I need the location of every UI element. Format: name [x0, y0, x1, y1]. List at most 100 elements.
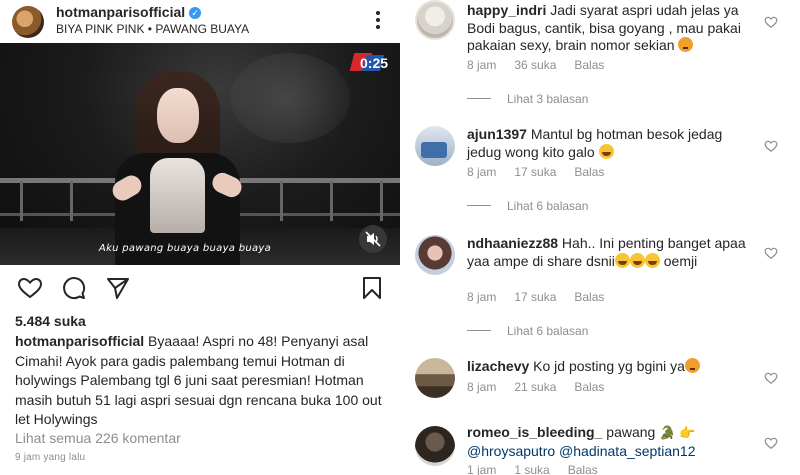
reply-button[interactable]: Balas	[574, 290, 604, 304]
comment-like-button[interactable]	[764, 371, 778, 385]
mention-link[interactable]: @hadinata_septian12	[559, 443, 695, 459]
performer-top	[150, 158, 205, 233]
commenter-avatar[interactable]	[415, 235, 455, 275]
reply-button[interactable]: Balas	[574, 58, 604, 72]
railing-post	[280, 181, 283, 221]
post-panel: hotmanparisofficial ✓ BIYA PINK PINK • PA…	[0, 0, 400, 475]
account-name[interactable]: hotmanparisofficial ✓	[56, 4, 202, 20]
comment-likes[interactable]: 1 suka	[514, 463, 549, 475]
more-options-icon[interactable]	[368, 8, 388, 32]
muted-speaker-icon	[365, 231, 381, 247]
comment-meta: 8 jam 17 suka Balas	[467, 290, 622, 304]
view-replies-text[interactable]: Lihat 6 balasan	[507, 199, 588, 213]
comment-likes[interactable]: 17 suka	[514, 290, 556, 304]
account-name-text[interactable]: hotmanparisofficial	[56, 4, 185, 20]
post-video[interactable]: 0:25 Aku pawang buaya buaya buaya	[0, 43, 400, 265]
bookmark-icon	[363, 277, 381, 299]
comment-body: Ko jd posting yg bgini ya	[529, 358, 685, 374]
verified-badge-icon: ✓	[189, 7, 202, 19]
comment-username[interactable]: ndhaaniezz88	[467, 235, 558, 251]
comment-username[interactable]: lizachevy	[467, 358, 529, 374]
laughing-face-emoji	[598, 143, 614, 159]
heart-icon	[764, 372, 778, 384]
railing-post	[380, 181, 383, 221]
comment-body: pawang	[602, 424, 660, 440]
comment-meta: 8 jam 21 suka Balas	[467, 380, 622, 394]
mention-link[interactable]: @hroysaputro	[467, 443, 555, 459]
comment-username[interactable]: ajun1397	[467, 126, 527, 142]
comment-text: romeo_is_bleeding_ pawang 🐊 👉 @hroysaput…	[467, 424, 757, 460]
replies-divider	[467, 330, 491, 331]
laughing-face-emoji	[629, 252, 645, 268]
comment-button[interactable]	[60, 274, 88, 302]
video-caption: Aku pawang buaya buaya buaya	[98, 243, 272, 254]
comment-like-button[interactable]	[764, 15, 778, 29]
mute-button[interactable]	[359, 225, 387, 253]
comment-text: ajun1397 Mantul bg hotman besok jedag je…	[467, 126, 757, 161]
commenter-avatar[interactable]	[415, 358, 455, 398]
comment-time: 8 jam	[467, 165, 497, 179]
commenter-avatar[interactable]	[415, 426, 455, 466]
heart-icon	[17, 277, 43, 299]
pouting-face-emoji	[678, 37, 694, 52]
like-button[interactable]	[16, 274, 44, 302]
comment-like-button[interactable]	[764, 436, 778, 450]
background-light	[230, 53, 350, 143]
reply-button[interactable]: Balas	[574, 380, 604, 394]
likes-count[interactable]: 5.484 suka	[15, 313, 86, 329]
comment-text: lizachevy Ko jd posting yg bgini ya	[467, 358, 757, 376]
view-replies-link[interactable]: Lihat 6 balasan	[467, 199, 588, 213]
comment-text: happy_indri Jadi syarat aspri udah jelas…	[467, 2, 757, 55]
video-timer: 0:25	[360, 55, 389, 71]
comment-likes[interactable]: 21 suka	[514, 380, 556, 394]
comment-text: ndhaaniezz88 Hah.. Ini penting banget ap…	[467, 235, 757, 270]
pouting-face-emoji	[684, 358, 700, 373]
view-replies-text[interactable]: Lihat 3 balasan	[507, 92, 588, 106]
comment-like-button[interactable]	[764, 139, 778, 153]
comment-time: 1 jam	[467, 463, 497, 475]
view-all-comments-link[interactable]: Lihat semua 226 komentar	[15, 430, 181, 446]
comment-meta: 8 jam 17 suka Balas	[467, 165, 622, 179]
post-actions	[0, 272, 400, 304]
save-button[interactable]	[358, 274, 386, 302]
railing-post	[70, 181, 73, 221]
comment-time: 8 jam	[467, 290, 497, 304]
comment-likes[interactable]: 17 suka	[514, 165, 556, 179]
post-header: hotmanparisofficial ✓ BIYA PINK PINK • PA…	[0, 0, 400, 44]
replies-divider	[467, 205, 491, 206]
comment-time: 8 jam	[467, 380, 497, 394]
comment-body-end: oemji	[659, 252, 698, 269]
account-avatar[interactable]	[12, 6, 44, 38]
laughing-face-emoji	[644, 252, 660, 268]
crocodile-emoji: 🐊	[659, 426, 676, 441]
share-button[interactable]	[104, 274, 132, 302]
post-caption: hotmanparisofficial Byaaaa! Aspri no 48!…	[15, 332, 387, 430]
heart-icon	[764, 140, 778, 152]
audio-subtitle[interactable]: BIYA PINK PINK • PAWANG BUAYA	[56, 22, 249, 36]
view-replies-text[interactable]: Lihat 6 balasan	[507, 324, 588, 338]
commenter-avatar[interactable]	[415, 0, 455, 40]
laughing-face-emoji	[614, 252, 630, 268]
comment-time: 8 jam	[467, 58, 497, 72]
comment-username[interactable]: romeo_is_bleeding_	[467, 424, 602, 440]
view-replies-link[interactable]: Lihat 3 balasan	[467, 92, 588, 106]
comment-username[interactable]: happy_indri	[467, 2, 546, 18]
replies-divider	[467, 98, 491, 99]
comment-icon	[63, 277, 86, 300]
comment-likes[interactable]: 36 suka	[514, 58, 556, 72]
reply-button[interactable]: Balas	[574, 165, 604, 179]
caption-username[interactable]: hotmanparisofficial	[15, 333, 144, 349]
railing-post	[20, 181, 23, 221]
pointing-hand-emoji: 👉	[679, 426, 696, 441]
view-replies-link[interactable]: Lihat 6 balasan	[467, 324, 588, 338]
reply-button[interactable]: Balas	[568, 463, 598, 475]
post-timestamp: 9 jam yang lalu	[15, 452, 86, 463]
share-icon	[107, 278, 129, 299]
heart-icon	[764, 247, 778, 259]
commenter-avatar[interactable]	[415, 126, 455, 166]
heart-icon	[764, 16, 778, 28]
heart-icon	[764, 437, 778, 449]
comment-like-button[interactable]	[764, 246, 778, 260]
railing-post	[330, 181, 333, 221]
comment-meta: 8 jam 36 suka Balas	[467, 58, 622, 72]
